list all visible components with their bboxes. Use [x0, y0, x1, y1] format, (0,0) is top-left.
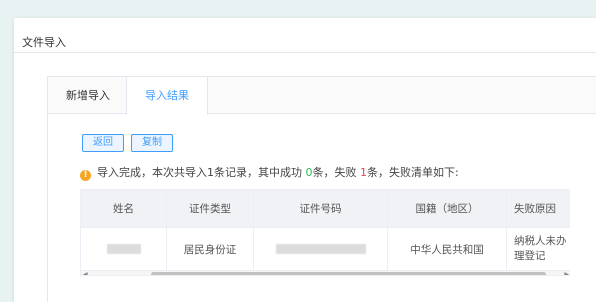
import-result-notice: ! 导入完成，本次共导入1条记录，其中成功 0条，失败 1条，失败清单如下: [80, 164, 459, 181]
redacted-name [106, 244, 141, 254]
dialog-title: 文件导入 [22, 36, 66, 49]
notice-prefix: 导入完成，本次共导入1条记录，其中成功 [97, 166, 306, 179]
fail-count: 1 [360, 166, 367, 179]
table-row: 居民身份证 中华人民共和国 纳税人未办理登记 [81, 228, 570, 270]
column-header-reason: 失败原因 [514, 203, 556, 215]
scroll-left-icon[interactable]: ◀ [83, 271, 88, 275]
cell-id-type: 居民身份证 [167, 228, 254, 270]
scroll-right-icon[interactable]: ▶ [564, 271, 569, 275]
tab-import-result[interactable]: 导入结果 [126, 77, 208, 115]
notice-mid: 条，失败 [312, 166, 360, 179]
notice-suffix: 条，失败清单如下: [367, 166, 459, 179]
warning-icon: ! [80, 170, 91, 181]
failure-table: 姓名 证件类型 证件号码 国籍（地区） 失败原因 居民身份证 中华人民共和国 纳… [80, 189, 570, 276]
column-header-name: 姓名 [81, 190, 167, 227]
column-header-id-type: 证件类型 [167, 190, 254, 227]
title-divider [14, 52, 596, 53]
column-header-nationality: 国籍（地区） [388, 190, 507, 227]
tab-bar: 新增导入 导入结果 [48, 77, 596, 115]
copy-button[interactable]: 复制 [131, 134, 173, 152]
tab-new-import[interactable]: 新增导入 [48, 77, 128, 114]
success-count: 0 [305, 166, 313, 179]
column-header-id-number: 证件号码 [254, 190, 388, 227]
cell-name [81, 228, 167, 270]
table-header: 姓名 证件类型 证件号码 国籍（地区） 失败原因 [81, 190, 570, 228]
scrollbar-thumb[interactable] [151, 272, 546, 275]
redacted-id-number [275, 244, 366, 254]
back-button[interactable]: 返回 [82, 134, 124, 152]
cell-reason: 纳税人未办理登记 [514, 235, 567, 262]
cell-id-number [254, 228, 388, 270]
cell-nationality: 中华人民共和国 [388, 228, 507, 270]
horizontal-scrollbar[interactable]: ◀ ▶ [81, 270, 570, 275]
